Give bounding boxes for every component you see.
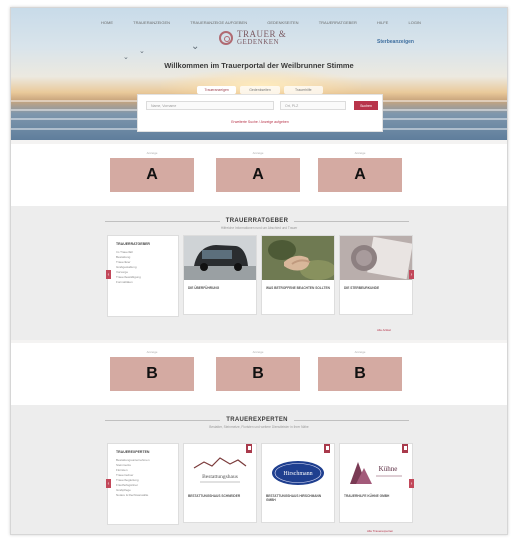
seagull-icon: ⌄ xyxy=(191,41,200,52)
bookmark-icon xyxy=(324,444,330,453)
article-caption: Was Betroffene beachten sollten xyxy=(266,286,330,290)
nav-item-traueranzeigen[interactable]: Traueranzeigen xyxy=(133,20,170,25)
nav-item-hilfe[interactable]: Hilfe xyxy=(377,20,388,25)
expert-caption: Bestattungshaus Hirschmann GmbH xyxy=(266,494,322,502)
hearse-photo xyxy=(184,236,256,280)
article-caption: Die Sterbeurkunde xyxy=(344,286,380,290)
bookmark-icon xyxy=(402,444,408,453)
more-articles-link[interactable]: Alle Artikel xyxy=(377,328,391,332)
ad-slot-a[interactable]: A xyxy=(216,158,300,192)
list-item[interactable]: Notare & Rechtsanwälte xyxy=(116,493,150,498)
ad-slot-b[interactable]: B xyxy=(216,357,300,391)
tab-gedenkseiten[interactable]: Gedenkseiten xyxy=(240,86,280,94)
site-logo[interactable]: TRAUER & GEDENKEN xyxy=(219,30,286,46)
ad-slot-a[interactable]: A xyxy=(110,158,194,192)
experten-carousel: Bestattungshaus Bestattungshaus Schneide… xyxy=(183,443,415,525)
nav-item-login[interactable]: Login xyxy=(409,20,421,25)
article-card[interactable]: Die Überführung xyxy=(183,235,257,315)
advanced-search-link[interactable]: Erweiterte Suche / Anzeige aufgeben xyxy=(138,120,382,124)
section-heading: TRAUEREXPERTEN xyxy=(105,417,410,423)
ratgeber-category-panel: Trauerratgeber Im Trauerfall Bestattung … xyxy=(107,235,179,317)
seagull-icon: ⌄ xyxy=(123,54,129,61)
logo-wordmark: TRAUER & GEDENKEN xyxy=(237,30,286,46)
divider xyxy=(105,419,221,421)
rings-icon xyxy=(219,31,233,45)
list-item[interactable]: Formalitäten xyxy=(116,280,141,285)
expert-logo: Hirschmann xyxy=(272,461,324,485)
article-card[interactable]: Was Betroffene beachten sollten xyxy=(261,235,335,315)
experten-category-panel: Trauerexperten Bestattungsunternehmen St… xyxy=(107,443,179,525)
article-caption: Die Überführung xyxy=(188,286,220,290)
section-title: TRAUEREXPERTEN xyxy=(226,417,288,423)
carousel-next-button[interactable]: › xyxy=(409,270,414,279)
carousel-prev-button[interactable]: ‹ xyxy=(106,479,111,488)
document-photo xyxy=(340,236,412,280)
expert-caption: Trauerhilfe Kühne GmbH xyxy=(344,494,390,498)
ad-label: Anzeige xyxy=(146,151,158,155)
browser-page: Home Traueranzeigen Traueranzeige aufgeb… xyxy=(10,7,508,535)
ad-label: Anzeige xyxy=(252,350,264,354)
expert-card[interactable]: Kühne Trauerhilfe Kühne GmbH xyxy=(339,443,413,523)
divider xyxy=(294,220,410,222)
category-list: Im Trauerfall Bestattung Trauerfeier Gra… xyxy=(116,250,141,285)
expert-caption: Bestattungshaus Schneider xyxy=(188,494,241,498)
ad-label: Anzeige xyxy=(146,350,158,354)
ad-label: Anzeige xyxy=(354,350,366,354)
logo-line-2: GEDENKEN xyxy=(237,38,280,46)
ad-label: Anzeige xyxy=(354,151,366,155)
search-button[interactable]: Suchen xyxy=(354,101,378,110)
expert-logo: Bestattungshaus xyxy=(193,457,247,483)
expert-card[interactable]: Hirschmann Bestattungshaus Hirschmann Gm… xyxy=(261,443,335,523)
nav-item-trauerratgeber[interactable]: Trauerratgeber xyxy=(319,20,357,25)
place-search-input[interactable]: Ort, PLZ xyxy=(280,101,346,110)
panel-title: Trauerexperten xyxy=(116,450,150,454)
ad-slot-b[interactable]: B xyxy=(110,357,194,391)
article-card[interactable]: Die Sterbeurkunde xyxy=(339,235,413,315)
ad-slot-b[interactable]: B xyxy=(318,357,402,391)
divider xyxy=(105,220,220,222)
panel-title: Trauerratgeber xyxy=(116,242,150,246)
section-trauerratgeber: TRAUERRATGEBER Hilfreiche Informationen … xyxy=(11,206,507,340)
hands-photo xyxy=(262,236,334,280)
nav-item-anzeige-aufgeben[interactable]: Traueranzeige aufgeben xyxy=(190,20,247,25)
tab-traueranzeigen[interactable]: Traueranzeigen xyxy=(197,86,237,94)
name-search-input[interactable]: Name, Vorname xyxy=(146,101,274,110)
search-panel: Name, Vorname Ort, PLZ Suchen Erweiterte… xyxy=(137,94,383,132)
logo-word: Bestattungshaus xyxy=(202,474,238,480)
logo-word: Kühne xyxy=(379,465,398,473)
ad-row-bottom: Anzeige Anzeige Anzeige B B B xyxy=(11,343,507,405)
more-experts-link[interactable]: Alle Trauerexperten xyxy=(367,529,393,533)
section-subtitle: Bestatter, Steinmetze, Floristen und wei… xyxy=(209,425,309,429)
nav-item-gedenkseiten[interactable]: Gedenkseiten xyxy=(267,20,298,25)
section-heading: TRAUERRATGEBER xyxy=(105,218,410,224)
expert-card[interactable]: Bestattungshaus Bestattungshaus Schneide… xyxy=(183,443,257,523)
divider xyxy=(293,419,410,421)
top-navigation: Home Traueranzeigen Traueranzeige aufgeb… xyxy=(101,16,421,28)
section-title: TRAUERRATGEBER xyxy=(225,218,289,224)
ad-row-top: Anzeige Anzeige Anzeige A A A xyxy=(11,144,507,206)
carousel-prev-button[interactable]: ‹ xyxy=(106,270,111,279)
section-trauerexperten: TRAUEREXPERTEN Bestatter, Steinmetze, Fl… xyxy=(11,405,507,534)
hero-headline: Willkommen im Trauerportal der Weilbrunn… xyxy=(164,61,354,70)
carousel-next-button[interactable]: › xyxy=(409,479,414,488)
tab-trauerhilfe[interactable]: Trauerhilfe xyxy=(283,86,323,94)
logo-word: Hirschmann xyxy=(283,471,312,477)
section-subtitle: Hilfreiche Informationen rund um Abschie… xyxy=(220,226,298,230)
partner-logo[interactable]: Sterbeanzeigen xyxy=(377,39,414,45)
ad-slot-a[interactable]: A xyxy=(318,158,402,192)
hero-banner: Home Traueranzeigen Traueranzeige aufgeb… xyxy=(11,8,507,140)
seagull-icon: ⌄ xyxy=(139,48,145,55)
ad-label: Anzeige xyxy=(252,151,264,155)
search-tabs: Traueranzeigen Gedenkseiten Trauerhilfe xyxy=(197,86,323,94)
expert-logo: Kühne xyxy=(350,462,402,484)
bookmark-icon xyxy=(246,444,252,453)
category-list: Bestattungsunternehmen Steinmetze Floris… xyxy=(116,458,150,498)
ratgeber-carousel: Die Überführung Was Betroffene beachten … xyxy=(183,235,415,317)
nav-item-home[interactable]: Home xyxy=(101,20,113,25)
